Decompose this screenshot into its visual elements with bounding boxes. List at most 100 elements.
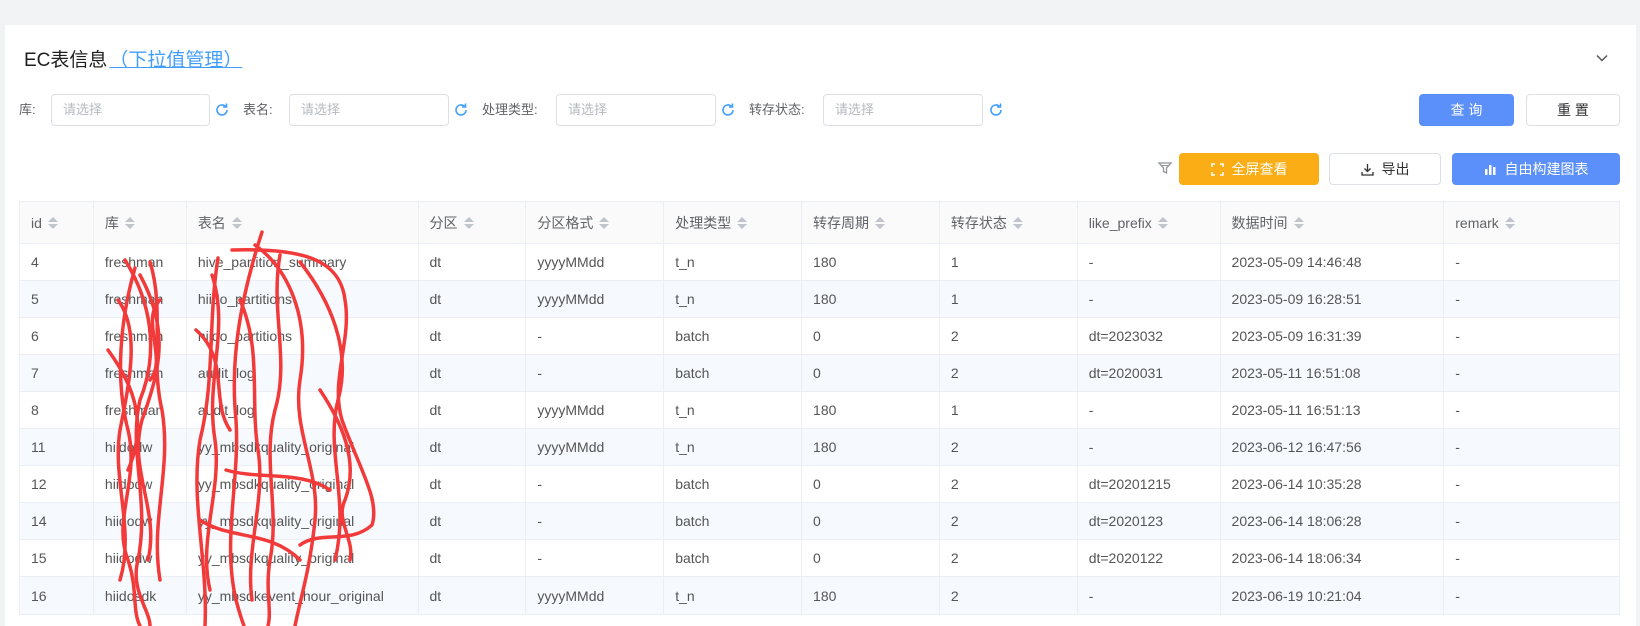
sort-icon[interactable] bbox=[1293, 216, 1304, 229]
table-cell: hive_partition_summary bbox=[187, 244, 419, 280]
sort-icon[interactable] bbox=[1012, 216, 1023, 229]
table-name-select[interactable]: 请选择 bbox=[289, 94, 449, 126]
table-cell: - bbox=[1078, 392, 1221, 428]
table-cell: audit_log bbox=[187, 355, 419, 391]
column-header[interactable]: 库 bbox=[94, 202, 187, 243]
column-header[interactable]: 表名 bbox=[187, 202, 419, 243]
table-cell: - bbox=[526, 503, 665, 539]
table-cell: 180 bbox=[802, 429, 940, 465]
column-header[interactable]: remark bbox=[1444, 202, 1619, 243]
table-cell: - bbox=[526, 355, 665, 391]
column-header[interactable]: 处理类型 bbox=[664, 202, 803, 243]
column-header[interactable]: 分区格式 bbox=[526, 202, 665, 243]
db-select[interactable]: 请选择 bbox=[51, 94, 210, 126]
column-header-label: like_prefix bbox=[1088, 214, 1152, 231]
table-cell: 2 bbox=[940, 429, 1078, 465]
column-header-label: 分区 bbox=[429, 214, 458, 231]
sort-icon[interactable] bbox=[47, 216, 58, 229]
refresh-icon[interactable] bbox=[988, 102, 1004, 118]
fullscreen-button[interactable]: 全屏查看 bbox=[1179, 153, 1319, 185]
table-row[interactable]: 15 hiidodw yy_mbsdkquality_original dt - batc… bbox=[20, 540, 1619, 577]
column-header[interactable]: id bbox=[20, 202, 94, 243]
table-row[interactable]: 16 hiidosdk yy_mbsdkevent_hour_original dt y… bbox=[20, 577, 1619, 614]
export-button[interactable]: 导出 bbox=[1329, 153, 1441, 185]
table-cell: 4 bbox=[20, 244, 94, 280]
table-cell: 2 bbox=[940, 466, 1078, 502]
table-cell: t_n bbox=[664, 429, 803, 465]
table-cell: dt bbox=[419, 540, 527, 576]
table-cell: 2023-05-11 16:51:13 bbox=[1221, 392, 1445, 428]
sort-icon[interactable] bbox=[1157, 216, 1168, 229]
dropdown-manage-link[interactable]: （下拉值管理） bbox=[109, 45, 242, 72]
table-cell: - bbox=[526, 466, 665, 502]
reset-button[interactable]: 重 置 bbox=[1526, 94, 1620, 126]
sort-icon[interactable] bbox=[599, 216, 610, 229]
table-row[interactable]: 4 freshman hive_partition_summary dt yyyyMMd… bbox=[20, 244, 1619, 281]
table-cell: hiidosdk bbox=[94, 577, 187, 614]
column-header[interactable]: 分区 bbox=[419, 202, 527, 243]
filter-label-dump-status: 转存状态: bbox=[749, 102, 805, 117]
column-header[interactable]: 数据时间 bbox=[1221, 202, 1445, 243]
sort-icon[interactable] bbox=[463, 216, 474, 229]
fullscreen-icon bbox=[1210, 162, 1224, 176]
sort-icon[interactable] bbox=[875, 216, 886, 229]
query-button[interactable]: 查 询 bbox=[1419, 94, 1514, 126]
table-cell: 2023-05-11 16:51:08 bbox=[1221, 355, 1445, 391]
table-cell: - bbox=[1455, 513, 1460, 529]
table-cell: freshman bbox=[94, 392, 187, 428]
table-cell: dt=20201215 bbox=[1078, 466, 1221, 502]
filter-icon[interactable] bbox=[1157, 160, 1173, 176]
refresh-icon[interactable] bbox=[720, 102, 736, 118]
process-type-select[interactable]: 请选择 bbox=[556, 94, 716, 126]
table-cell: 180 bbox=[802, 392, 940, 428]
table-cell: - bbox=[1455, 402, 1460, 418]
table-cell: dt bbox=[419, 466, 527, 502]
table-cell: 0 bbox=[802, 466, 940, 502]
table-row[interactable]: 12 hiidodw yy_mbsdkquality_original dt - batc… bbox=[20, 466, 1619, 503]
table-row[interactable]: 8 freshman audit_log dt yyyyMMdd t_n 180 1-2023… bbox=[20, 392, 1619, 429]
column-header-label: remark bbox=[1455, 214, 1499, 231]
table-cell: t_n bbox=[664, 281, 803, 317]
sort-icon[interactable] bbox=[124, 216, 135, 229]
table-cell: - bbox=[1455, 587, 1460, 604]
column-header[interactable]: 转存状态 bbox=[940, 202, 1078, 243]
table-cell: 180 bbox=[802, 577, 940, 614]
table-cell: dt bbox=[419, 392, 527, 428]
table-cell: dt bbox=[419, 429, 527, 465]
table-cell: 12 bbox=[20, 466, 94, 502]
table-cell: 0 bbox=[802, 355, 940, 391]
table-cell: 14 bbox=[20, 503, 94, 539]
sort-icon[interactable] bbox=[1504, 216, 1515, 229]
table-cell: - bbox=[1455, 476, 1460, 492]
column-header[interactable]: 转存周期 bbox=[802, 202, 940, 243]
refresh-icon[interactable] bbox=[214, 102, 230, 118]
free-chart-label: 自由构建图表 bbox=[1504, 161, 1589, 177]
table-cell: 0 bbox=[802, 540, 940, 576]
table-cell: 2 bbox=[940, 540, 1078, 576]
collapse-toggle[interactable] bbox=[1590, 46, 1614, 70]
table-cell: 16 bbox=[20, 577, 94, 614]
table-cell: dt=2020123 bbox=[1078, 503, 1221, 539]
table-row[interactable]: 7 freshman audit_log dt - batch 0 2 dt=2020031 20… bbox=[20, 355, 1619, 392]
table-row[interactable]: 11 hiidodw yy_mbsdkquality_original dt yyyyM… bbox=[20, 429, 1619, 466]
table-cell: t_n bbox=[664, 244, 803, 280]
export-label: 导出 bbox=[1381, 161, 1410, 177]
table-cell: 2023-05-09 16:31:39 bbox=[1221, 318, 1445, 354]
table-cell: yyyyMMdd bbox=[526, 429, 665, 465]
sort-icon[interactable] bbox=[231, 216, 242, 229]
table-cell: - bbox=[1455, 439, 1460, 455]
table-cell: 2023-06-14 18:06:28 bbox=[1221, 503, 1445, 539]
table-row[interactable]: 5 freshman hiido_partitions dt yyyyMMdd t_n 18… bbox=[20, 281, 1619, 318]
refresh-icon[interactable] bbox=[453, 102, 469, 118]
table-row[interactable]: 14 hiidodw yy_mbsdkquality_original dt - batc… bbox=[20, 503, 1619, 540]
sort-icon[interactable] bbox=[737, 216, 748, 229]
dump-status-select[interactable]: 请选择 bbox=[823, 94, 983, 126]
column-header[interactable]: like_prefix bbox=[1078, 202, 1221, 243]
table-cell: 180 bbox=[802, 244, 940, 280]
table-cell: yyyyMMdd bbox=[526, 577, 665, 614]
panel-header: EC表信息 （下拉值管理） bbox=[24, 44, 242, 72]
table-cell: - bbox=[1455, 550, 1460, 566]
free-chart-button[interactable]: 自由构建图表 bbox=[1452, 153, 1620, 185]
table-cell: yy_mbsdkquality_original bbox=[187, 429, 419, 465]
table-row[interactable]: 6 freshman hiido_partitions dt - batch 0 2 dt=20… bbox=[20, 318, 1619, 355]
